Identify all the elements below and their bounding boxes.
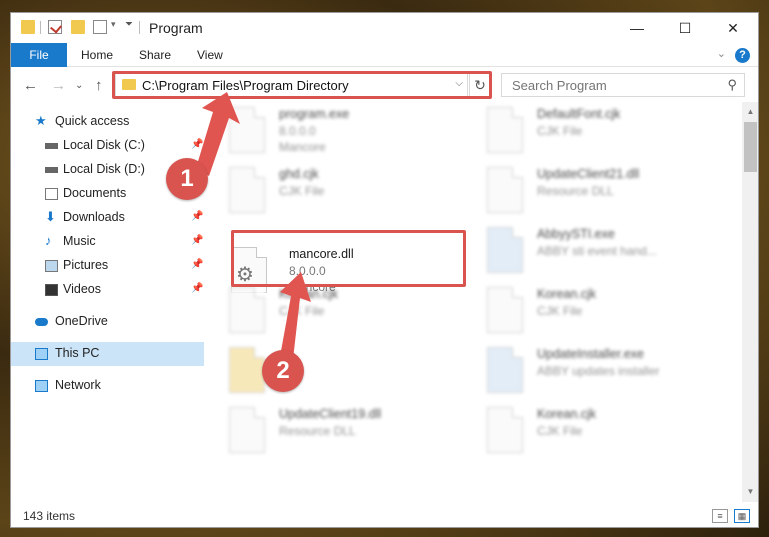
folder-icon xyxy=(229,347,265,393)
window-title: Program xyxy=(149,20,203,36)
up-button[interactable]: ↑ xyxy=(95,77,103,94)
large-icons-view-icon[interactable]: ▦ xyxy=(734,509,750,523)
file-item[interactable] xyxy=(219,342,474,402)
sidebar-item-local-disk-c[interactable]: Local Disk (C:) 📌 xyxy=(11,134,204,158)
network-icon xyxy=(35,380,48,392)
properties-icon[interactable] xyxy=(48,20,62,34)
file-item[interactable]: DefaultFont.cjk CJK File xyxy=(477,102,732,162)
file-item[interactable]: UpdateClient21.dll Resource DLL xyxy=(477,162,732,222)
dll-file-icon xyxy=(229,407,265,453)
separator xyxy=(139,21,140,34)
download-icon: ⬇ xyxy=(45,209,56,224)
file-highlight-box xyxy=(231,230,466,287)
address-path[interactable]: C:\Program Files\Program Directory xyxy=(142,78,349,93)
search-input[interactable] xyxy=(502,74,712,96)
expand-ribbon-icon[interactable]: ⌄ xyxy=(717,47,726,60)
file-icon xyxy=(229,287,265,333)
file-icon xyxy=(487,407,523,453)
sidebar-item-pictures[interactable]: Pictures 📌 xyxy=(11,254,204,278)
details-view-icon[interactable]: ≡ xyxy=(712,509,728,523)
exe-file-icon xyxy=(229,107,265,153)
cloud-icon xyxy=(35,318,48,326)
title-bar: ▾ ⏷ Program — ☐ ✕ xyxy=(11,13,758,43)
scroll-down-icon[interactable]: ▼ xyxy=(742,484,758,500)
pin-icon[interactable]: 📌 xyxy=(191,235,203,246)
drive-icon xyxy=(45,143,58,149)
scroll-up-icon[interactable]: ▲ xyxy=(742,104,758,120)
file-icon xyxy=(487,107,523,153)
vertical-scrollbar[interactable]: ▲ ▼ xyxy=(742,102,758,502)
navigation-bar: ← → ⌄ ↑ C:\Program Files\Program Directo… xyxy=(11,68,758,102)
file-item[interactable]: Korean.cjk CJK File xyxy=(477,282,732,342)
item-count: 143 items xyxy=(23,509,76,523)
file-item[interactable]: ghd.cjk CJK File xyxy=(219,162,474,222)
minimize-button[interactable]: — xyxy=(614,13,660,43)
new-folder-icon[interactable] xyxy=(71,20,85,34)
tab-file[interactable]: File xyxy=(11,43,67,67)
close-button[interactable]: ✕ xyxy=(710,13,756,43)
sidebar-item-quick-access[interactable]: ★ Quick access xyxy=(11,110,204,134)
recent-locations-button[interactable]: ⌄ xyxy=(75,80,83,91)
file-icon xyxy=(229,167,265,213)
pin-icon[interactable]: 📌 xyxy=(191,139,203,150)
pin-icon[interactable]: 📌 xyxy=(191,283,203,294)
computer-icon xyxy=(35,348,48,360)
file-item[interactable]: program.exe 8.0.0.0 Mancore xyxy=(219,102,474,162)
refresh-button[interactable]: ↻ xyxy=(469,73,491,97)
dll-file-icon xyxy=(487,167,523,213)
back-button[interactable]: ← xyxy=(23,77,38,94)
file-list: program.exe 8.0.0.0 Mancore DefaultFont.… xyxy=(219,102,739,502)
step-2-callout: 2 xyxy=(262,350,304,392)
sidebar-item-network[interactable]: Network xyxy=(11,374,204,398)
maximize-button[interactable]: ☐ xyxy=(662,13,708,43)
folder-icon xyxy=(21,20,35,34)
step-1-callout: 1 xyxy=(166,158,208,200)
separator xyxy=(40,21,41,34)
address-bar[interactable]: C:\Program Files\Program Directory ⌵ xyxy=(115,73,468,97)
status-bar: 143 items ≡ ▦ xyxy=(11,505,758,527)
exe-file-icon xyxy=(487,347,523,393)
search-icon[interactable]: ⚲ xyxy=(727,77,737,93)
file-explorer-window: ▾ ⏷ Program — ☐ ✕ File Home Share View ⌄… xyxy=(10,12,759,528)
file-item[interactable]: UpdateInstaller.exe ABBY updates install… xyxy=(477,342,732,402)
pin-toolbar-icon[interactable]: ⏷ xyxy=(125,19,133,30)
forward-button[interactable]: → xyxy=(51,77,66,94)
music-icon: ♪ xyxy=(45,233,52,248)
file-icon xyxy=(487,287,523,333)
pin-icon[interactable]: 📌 xyxy=(191,211,203,222)
sidebar-item-videos[interactable]: Videos 📌 xyxy=(11,278,204,302)
star-icon: ★ xyxy=(35,113,47,128)
sidebar-item-music[interactable]: ♪ Music 📌 xyxy=(11,230,204,254)
exe-file-icon xyxy=(487,227,523,273)
ribbon-tabs: File Home Share View ⌄ ? xyxy=(11,43,758,67)
pin-icon[interactable]: 📌 xyxy=(191,259,203,270)
folder-icon xyxy=(122,79,136,90)
videos-icon xyxy=(45,284,58,296)
file-item[interactable]: AbbyySTI.exe ABBY sti event hand... xyxy=(477,222,732,282)
customize-toolbar-chevron-icon[interactable]: ▾ xyxy=(111,19,116,30)
documents-icon xyxy=(45,188,58,200)
tab-share[interactable]: Share xyxy=(125,43,185,67)
tab-view[interactable]: View xyxy=(183,43,237,67)
help-icon[interactable]: ? xyxy=(735,48,750,63)
search-box[interactable]: ⚲ xyxy=(501,73,745,97)
rename-icon[interactable] xyxy=(93,20,107,34)
sidebar-item-onedrive[interactable]: OneDrive xyxy=(11,310,204,334)
address-dropdown-icon[interactable]: ⌵ xyxy=(455,78,463,89)
pictures-icon xyxy=(45,260,58,272)
sidebar-item-downloads[interactable]: ⬇ Downloads 📌 xyxy=(11,206,204,230)
drive-icon xyxy=(45,167,58,173)
tab-home[interactable]: Home xyxy=(67,43,127,67)
file-item[interactable]: Korean.cjk CJK File xyxy=(219,282,474,342)
file-item[interactable]: Korean.cjk CJK File xyxy=(477,402,732,462)
file-item[interactable]: UpdateClient19.dll Resource DLL xyxy=(219,402,474,462)
sidebar-item-this-pc[interactable]: This PC xyxy=(11,342,204,366)
scroll-thumb[interactable] xyxy=(744,122,757,172)
